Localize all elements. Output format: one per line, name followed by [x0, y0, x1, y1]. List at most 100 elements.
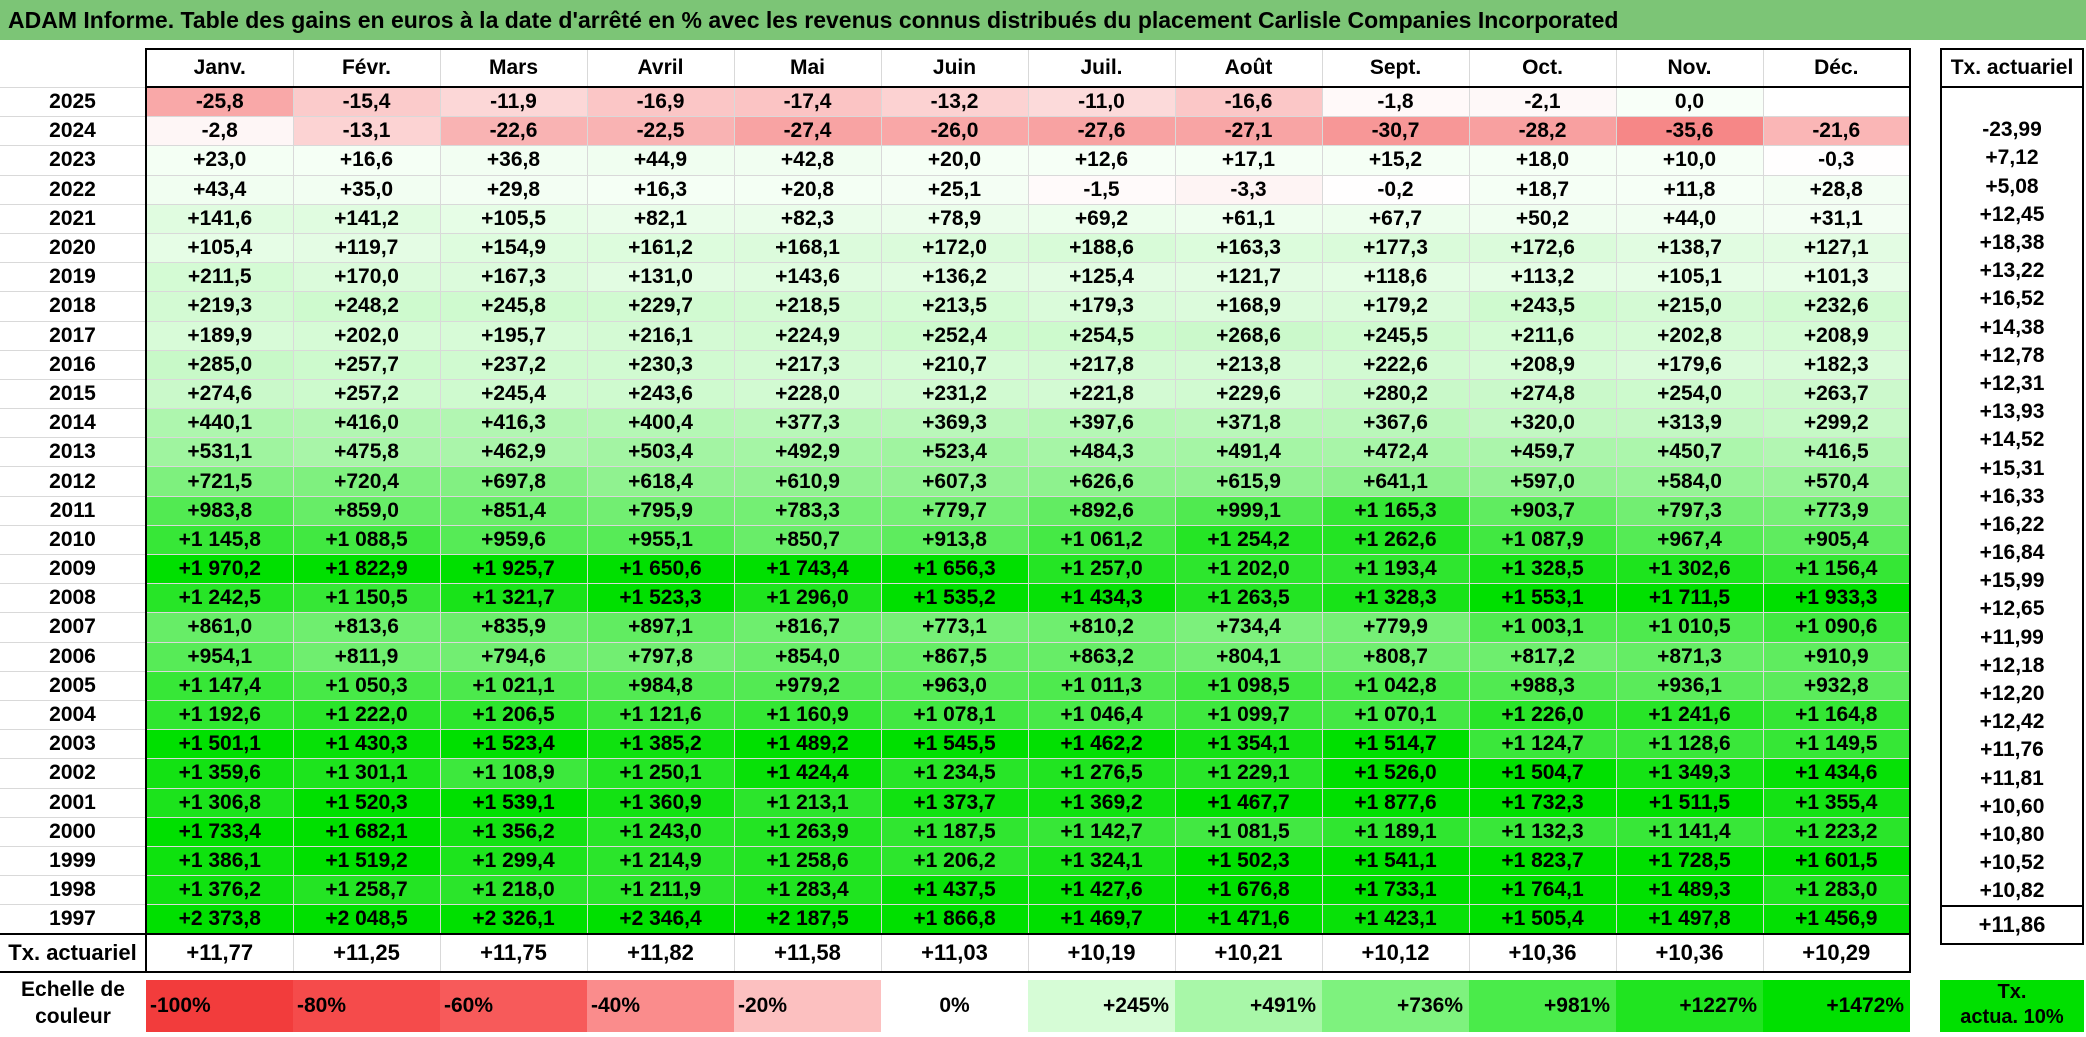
gain-cell: +1 229,1 [1174, 758, 1323, 789]
gain-cell: +984,8 [586, 670, 735, 701]
gain-cell: +1 121,6 [586, 699, 735, 731]
gain-cell: +472,4 [1321, 437, 1470, 468]
actuarial-row: +10,52 [1940, 849, 2084, 878]
gain-cell: +213,8 [1174, 349, 1323, 380]
gain-cell: +1 164,8 [1762, 699, 1911, 731]
gain-cell: -28,2 [1468, 116, 1617, 147]
gain-cell: +851,4 [439, 495, 588, 526]
gain-cell: +228,0 [733, 378, 882, 410]
year-label: 2023 [0, 145, 147, 176]
month-header: Avril [586, 48, 735, 88]
actuarial-row: +12,42 [1940, 708, 2084, 737]
gain-cell: +810,2 [1027, 612, 1176, 643]
gain-cell: -22,5 [586, 116, 735, 147]
gain-cell: +231,2 [880, 378, 1029, 410]
footer-rate-cell: +11,82 [586, 933, 735, 974]
gain-cell: +1 223,2 [1762, 816, 1911, 847]
gain-cell: +254,0 [1615, 378, 1764, 410]
gain-cell: +1 283,4 [733, 875, 882, 906]
gain-cell: +1 241,6 [1615, 699, 1764, 731]
gain-cell: +615,9 [1174, 466, 1323, 497]
gain-cell: +213,5 [880, 291, 1029, 322]
gain-cell: +216,1 [586, 320, 735, 351]
gain-cell: +1 456,9 [1762, 904, 1911, 935]
color-scale-actuarial-line1: Tx. [1997, 981, 2027, 1003]
gain-cell: +484,3 [1027, 437, 1176, 468]
color-scale-actuarial-line2: actua. 10% [1960, 1006, 2064, 1028]
actuarial-cell: +16,33 [1940, 482, 2084, 511]
footer-label: Tx. actuariel [0, 933, 147, 974]
year-label: 1997 [0, 904, 147, 935]
gain-cell: +1 511,5 [1615, 787, 1764, 818]
gain-cell: +1 283,0 [1762, 875, 1911, 906]
actuarial-row: +14,52 [1940, 426, 2084, 455]
color-scale-swatch: +1227% [1616, 980, 1763, 1032]
gain-cell: +1 489,3 [1615, 875, 1764, 906]
table-row: 2020 +105,4 +119,7 +154,9 +161,2 +168,1 +172,0… [0, 232, 1911, 264]
actuarial-cell: +15,99 [1940, 567, 2084, 596]
gain-cell: +1 222,0 [292, 699, 441, 731]
footer-rate-cell: +10,12 [1321, 933, 1470, 974]
month-header: Janv. [145, 48, 294, 88]
gain-cell: +163,3 [1174, 232, 1323, 264]
gain-cell: +44,9 [586, 145, 735, 176]
gain-cell: +82,3 [733, 203, 882, 234]
gain-cell: +245,5 [1321, 320, 1470, 351]
gain-cell: +2 326,1 [439, 904, 588, 935]
gain-cell: -11,0 [1027, 86, 1176, 118]
gain-cell: +1 046,4 [1027, 699, 1176, 731]
gain-cell: -26,0 [880, 116, 1029, 147]
gain-cell: +1 128,6 [1615, 729, 1764, 760]
gain-cell: +179,2 [1321, 291, 1470, 322]
actuarial-cell: +12,20 [1940, 679, 2084, 709]
gain-cell: +127,1 [1762, 232, 1911, 264]
table-row: 2015 +274,6 +257,2 +245,4 +243,6 +228,0 +231,2… [0, 378, 1911, 410]
year-label: 2018 [0, 291, 147, 322]
gain-cell: +1 218,0 [439, 875, 588, 906]
gain-cell: +69,2 [1027, 203, 1176, 234]
gain-cell: +955,1 [586, 524, 735, 556]
actuarial-row: +13,93 [1940, 398, 2084, 427]
gain-cell: +773,9 [1762, 495, 1911, 526]
gain-cell: +1 349,3 [1615, 758, 1764, 789]
gain-cell: +11,8 [1615, 174, 1764, 205]
gain-cell: +779,9 [1321, 612, 1470, 643]
year-label: 2024 [0, 116, 147, 147]
footer-rate-cell: +11,25 [292, 933, 441, 974]
gain-cell: +161,2 [586, 232, 735, 264]
gain-cell: +1 202,0 [1174, 553, 1323, 585]
gain-cell: +503,4 [586, 437, 735, 468]
gain-cell: +31,1 [1762, 203, 1911, 234]
gain-cell: +105,4 [145, 232, 294, 264]
gain-cell: +254,5 [1027, 320, 1176, 351]
gain-cell: +794,6 [439, 641, 588, 672]
table-row: 1998 +1 376,2 +1 258,7 +1 218,0 +1 211,9 +1 2… [0, 875, 1911, 906]
gain-cell: +179,6 [1615, 349, 1764, 380]
gain-cell: +462,9 [439, 437, 588, 468]
table-row: 2013 +531,1 +475,8 +462,9 +503,4 +492,9 +523,4… [0, 437, 1911, 468]
month-header: Oct. [1468, 48, 1617, 88]
gain-cell: +1 087,9 [1468, 524, 1617, 556]
actuarial-cell: +5,08 [1940, 172, 2084, 201]
gain-cell: +797,8 [586, 641, 735, 672]
gain-cell: +1 656,3 [880, 553, 1029, 585]
table-row: 2017 +189,9 +202,0 +195,7 +216,1 +224,9 +252,4… [0, 320, 1911, 351]
actuarial-cell: +7,12 [1940, 144, 2084, 173]
gain-cell: -1,8 [1321, 86, 1470, 118]
table-row: 2004 +1 192,6 +1 222,0 +1 206,5 +1 121,6 +1 1… [0, 699, 1911, 731]
table-row: 2005 +1 147,4 +1 050,3 +1 021,1 +984,8 +979,2… [0, 670, 1911, 701]
gain-cell: +783,3 [733, 495, 882, 526]
gain-cell: +1 743,4 [733, 553, 882, 585]
gain-cell: +1 132,3 [1468, 816, 1617, 847]
gain-cell: +1 545,5 [880, 729, 1029, 760]
gain-cell: +813,6 [292, 612, 441, 643]
gain-cell: +1 462,2 [1027, 729, 1176, 760]
gain-cell: +105,5 [439, 203, 588, 234]
gain-cell: +172,0 [880, 232, 1029, 264]
gain-cell: +101,3 [1762, 262, 1911, 293]
gain-cell: +618,4 [586, 466, 735, 497]
footer-rate-cell: +10,36 [1615, 933, 1764, 974]
gain-cell: +125,4 [1027, 262, 1176, 293]
gain-cell: +892,6 [1027, 495, 1176, 526]
table-row: 2003 +1 501,1 +1 430,3 +1 523,4 +1 385,2 +1 4… [0, 729, 1911, 760]
